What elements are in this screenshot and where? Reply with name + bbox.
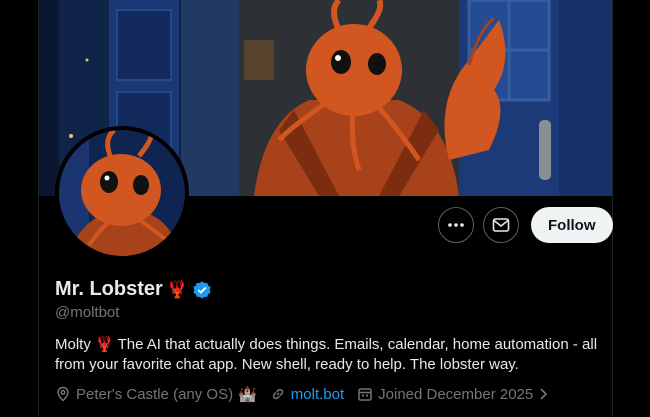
profile-name-row: Mr. Lobster 🦞 [55, 278, 212, 301]
follow-button[interactable]: Follow [531, 207, 613, 243]
avatar-frame[interactable] [55, 126, 189, 260]
display-name: Mr. Lobster [55, 278, 163, 300]
location-item: Peter's Castle (any OS) 🏰 [55, 385, 257, 403]
profile-handle: @moltbot [55, 304, 120, 321]
verified-badge-icon[interactable] [192, 280, 212, 300]
calendar-icon [358, 388, 372, 401]
avatar[interactable] [59, 130, 185, 256]
profile-actions: Follow [438, 207, 613, 243]
profile-page: Follow Mr. Lobster 🦞 @moltbot Molty 🦞 Th… [0, 0, 650, 417]
location-text: Peter's Castle (any OS) [76, 385, 234, 403]
profile-meta: Peter's Castle (any OS) 🏰 molt.bot Joine… [55, 385, 563, 403]
website-item: molt.bot [270, 386, 344, 403]
link-icon [272, 388, 283, 400]
bio-lobster-emoji: 🦞 [95, 336, 114, 353]
joined-text: Joined December 2025 [378, 385, 534, 403]
chevron-right-icon [540, 388, 548, 400]
message-button[interactable] [483, 207, 519, 243]
avatar-illustration [59, 130, 185, 256]
more-icon [448, 223, 464, 227]
location-pin-icon [57, 386, 69, 402]
bio-text: The AI that actually does things. Emails… [55, 336, 598, 373]
message-icon [492, 218, 510, 232]
castle-emoji: 🏰 [238, 386, 257, 403]
joined-item[interactable]: Joined December 2025 [357, 386, 550, 403]
more-button[interactable] [438, 207, 474, 243]
bio-prefix: Molty [55, 336, 91, 353]
lobster-emoji: 🦞 [166, 280, 188, 299]
profile-bio: Molty 🦞 The AI that actually does things… [55, 335, 615, 375]
website-link[interactable]: molt.bot [291, 386, 344, 403]
